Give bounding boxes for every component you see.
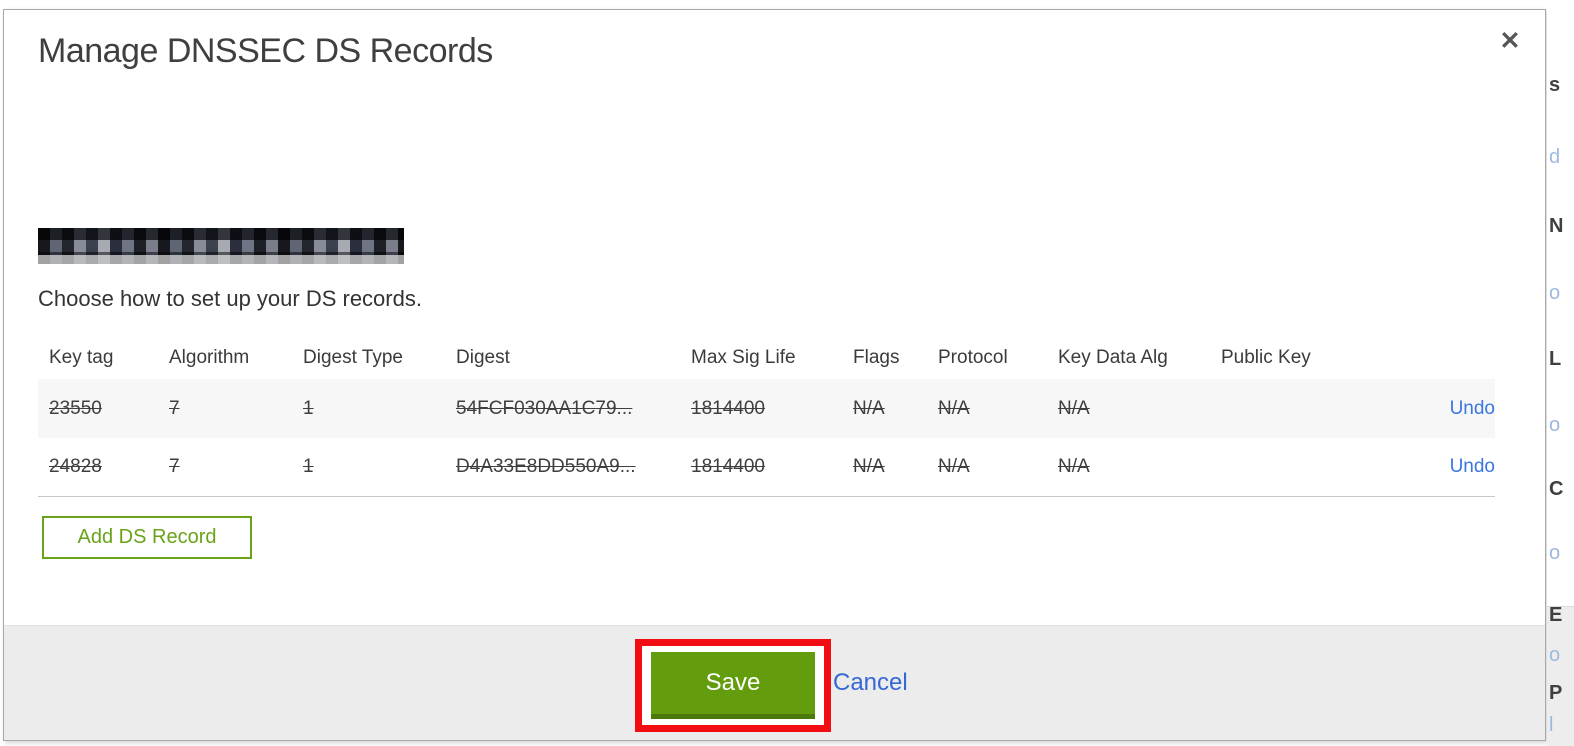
table-header-row: Key tag Algorithm Digest Type Digest Max…	[38, 336, 1495, 379]
background-partial-text: C	[1549, 478, 1564, 500]
undo-link[interactable]: Undo	[1450, 456, 1495, 477]
table-row: 24828 7 1 D4A33E8DD550A9... 1814400 N/A …	[38, 438, 1495, 497]
background-partial-text: o	[1549, 282, 1561, 304]
cell-algorithm: 7	[169, 397, 180, 419]
cell-key-data-alg: N/A	[1058, 397, 1090, 419]
cell-flags: N/A	[853, 397, 885, 419]
background-partial-text: s	[1549, 74, 1561, 96]
cell-max-sig-life: 1814400	[691, 397, 765, 419]
cell-digest: 54FCF030AA1C79...	[456, 397, 633, 419]
cell-key-data-alg: N/A	[1058, 456, 1090, 477]
close-button[interactable]: ✕	[1493, 24, 1527, 58]
redacted-domain-name	[38, 228, 404, 264]
save-highlight-annotation: Save	[635, 639, 831, 732]
cell-digest-type: 1	[303, 397, 314, 419]
dialog-footer: Save Cancel	[4, 625, 1545, 740]
cell-key-tag: 24828	[49, 456, 102, 477]
cell-protocol: N/A	[938, 456, 970, 477]
dialog-title: Manage DNSSEC DS Records	[38, 32, 493, 70]
column-header-protocol: Protocol	[938, 346, 1008, 368]
background-partial-text: P	[1549, 682, 1563, 704]
background-partial-text: o	[1549, 644, 1561, 666]
cell-digest: D4A33E8DD550A9...	[456, 456, 636, 477]
background-partial-text: l	[1549, 714, 1554, 736]
save-button[interactable]: Save	[651, 652, 815, 719]
background-partial-text: L	[1549, 348, 1562, 370]
column-header-digest-type: Digest Type	[303, 346, 403, 368]
close-icon: ✕	[1499, 27, 1521, 55]
cell-max-sig-life: 1814400	[691, 456, 765, 477]
manage-dnssec-ds-records-dialog: Manage DNSSEC DS Records ✕ Choose how to…	[3, 9, 1546, 741]
column-header-flags: Flags	[853, 346, 900, 368]
column-header-key-tag: Key tag	[49, 346, 114, 368]
cell-digest-type: 1	[303, 456, 314, 477]
background-partial-text: N	[1549, 215, 1564, 237]
column-header-public-key: Public Key	[1221, 346, 1311, 368]
background-partial-text: d	[1549, 146, 1561, 168]
column-header-max-sig-life: Max Sig Life	[691, 346, 796, 368]
ds-records-table: Key tag Algorithm Digest Type Digest Max…	[38, 336, 1495, 497]
background-page-strip: s d N o L o C o E o P l	[1547, 0, 1574, 746]
table-row: 23550 7 1 54FCF030AA1C79... 1814400 N/A …	[38, 379, 1495, 438]
cancel-link[interactable]: Cancel	[833, 669, 908, 697]
instruction-text: Choose how to set up your DS records.	[38, 286, 422, 311]
cell-protocol: N/A	[938, 397, 970, 419]
background-partial-text: E	[1549, 604, 1563, 626]
background-partial-text: o	[1549, 414, 1561, 436]
cell-algorithm: 7	[169, 456, 180, 477]
cell-key-tag: 23550	[49, 397, 102, 419]
column-header-key-data-alg: Key Data Alg	[1058, 346, 1168, 368]
cell-flags: N/A	[853, 456, 885, 477]
undo-link[interactable]: Undo	[1450, 398, 1495, 419]
column-header-algorithm: Algorithm	[169, 346, 250, 368]
background-partial-text: o	[1549, 542, 1561, 564]
add-ds-record-button[interactable]: Add DS Record	[42, 516, 252, 559]
column-header-digest: Digest	[456, 346, 510, 368]
